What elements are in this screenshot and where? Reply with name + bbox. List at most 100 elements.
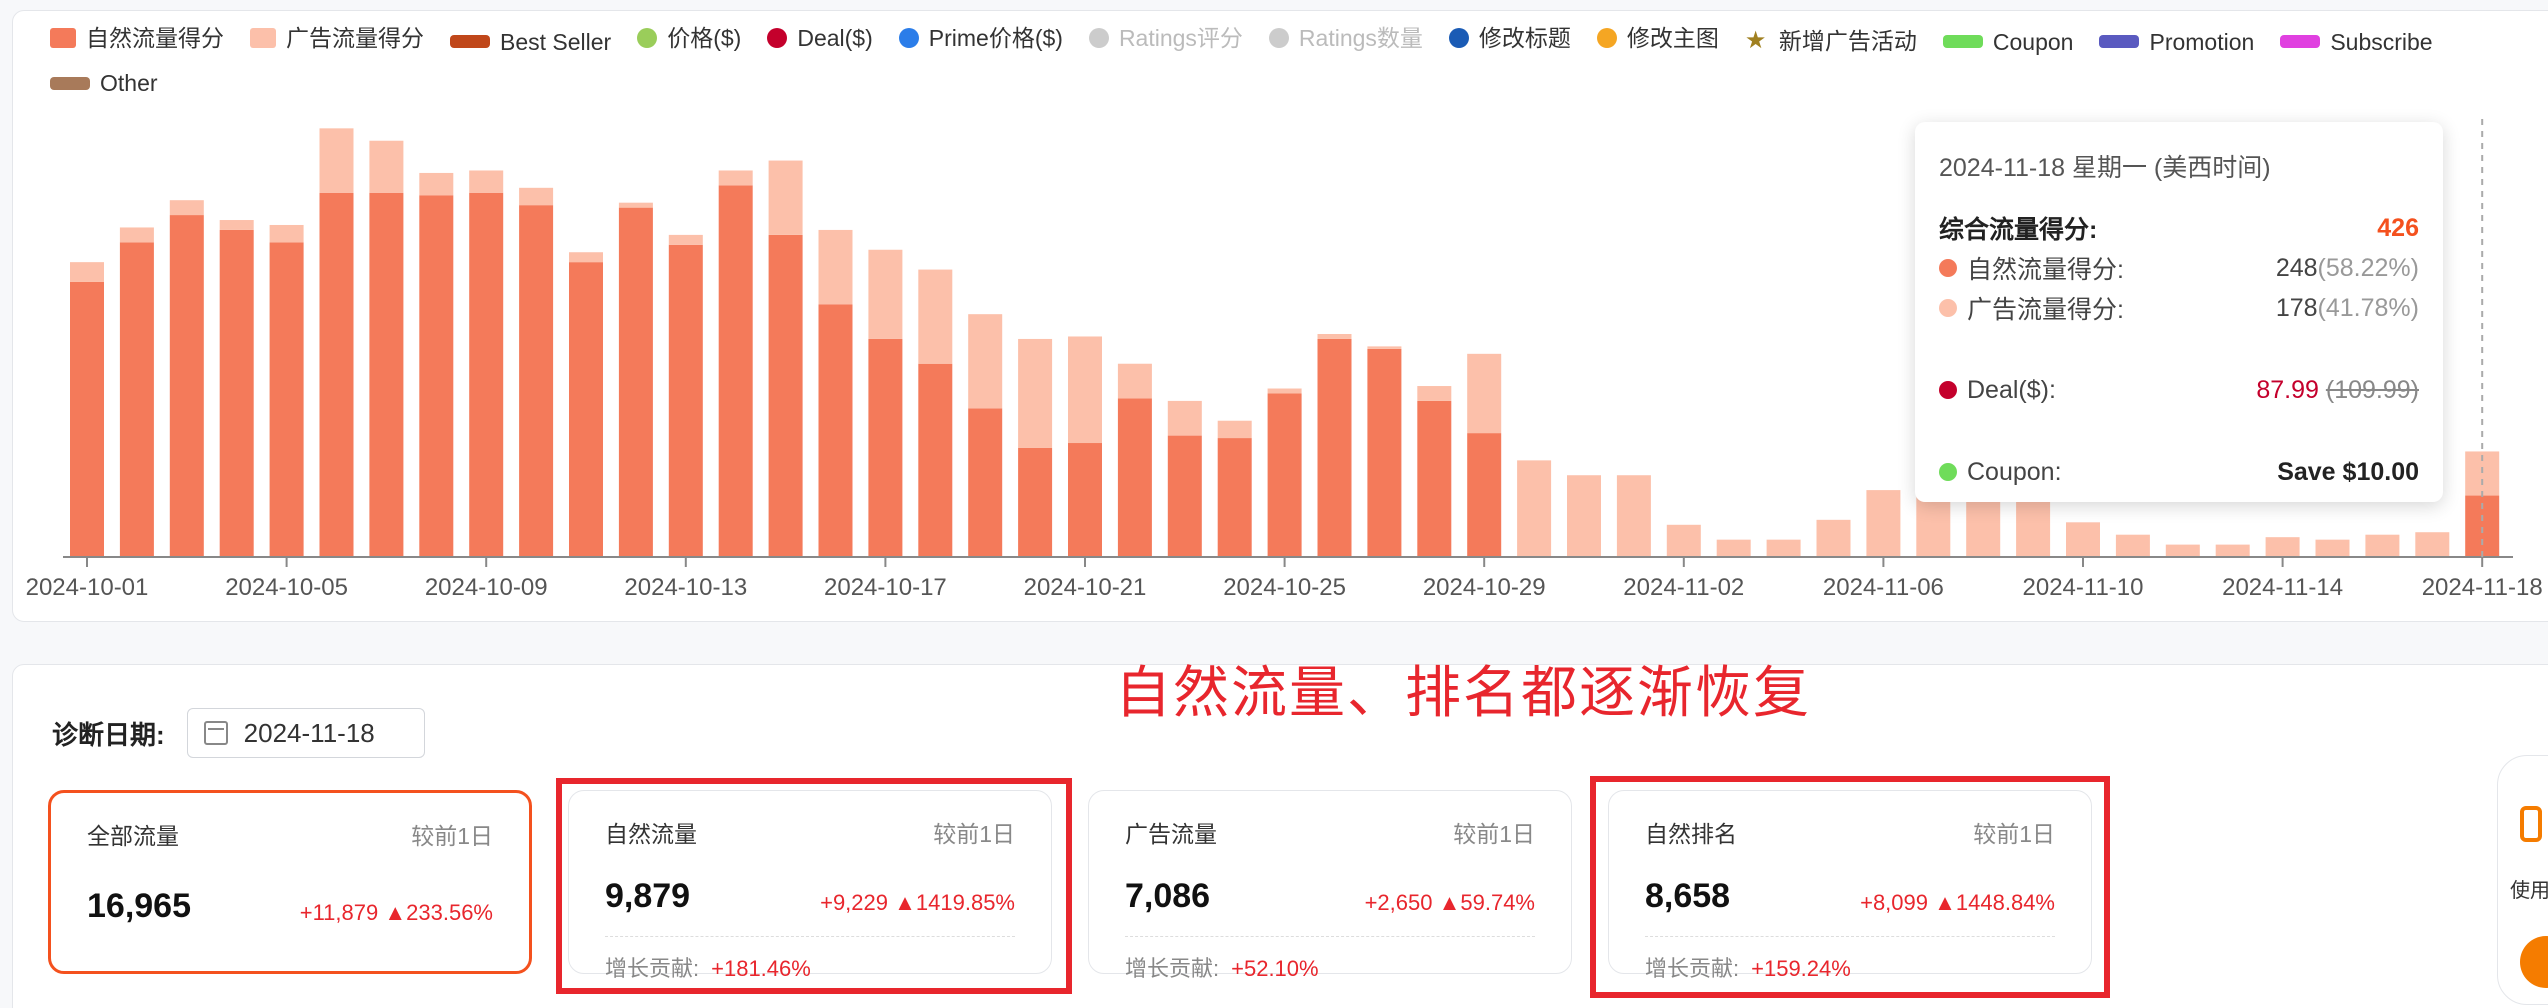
kpi-title: 广告流量 (1125, 821, 1217, 847)
bar-ad (2415, 532, 2450, 557)
tooltip-ad-pct: (41.78%) (2317, 293, 2419, 322)
kpi-change: +11,879 (299, 900, 379, 925)
bar-ad (1916, 492, 1951, 557)
legend-label: 修改主图 (1626, 25, 1719, 51)
bar-ad (1417, 386, 1452, 401)
bar-organic (868, 338, 903, 557)
tooltip-organic-row: 自然流量得分: 248(58.22%) (1939, 248, 2419, 288)
kpi-ad-traffic[interactable]: 广告流量 较前1日 7,086 +2,650 ▲59.74% 增长贡献: +52.10… (1088, 790, 1572, 981)
legend-swatch-icon (50, 76, 90, 90)
x-tick-label: 2024-11-14 (2222, 574, 2343, 601)
bar-ad (868, 249, 903, 339)
legend-label: 价格($) (667, 25, 742, 51)
chart-tooltip: 2024-11-18 星期一 (美西时间) 综合流量得分: 426 自然流量得分… (1915, 122, 2443, 502)
bar-ad (319, 128, 354, 193)
legend-item[interactable]: Ratings数量 (1268, 18, 1423, 58)
legend-item[interactable]: Best Seller (450, 22, 611, 62)
legend-item[interactable]: 广告流量得分 (250, 18, 424, 58)
x-tick-label: 2024-11-02 (1623, 574, 1744, 601)
legend-label: Promotion (2149, 28, 2255, 55)
legend-swatch-icon (250, 28, 276, 48)
legend-label: Prime价格($) (928, 25, 1063, 51)
bar-ad (2265, 537, 2300, 557)
bar-ad (1217, 420, 1252, 439)
kpi-total-traffic[interactable]: 全部流量 较前1日 16,965 +11,879 ▲233.56% (48, 790, 532, 974)
bar-ad (818, 229, 853, 305)
diagnosis-label: 诊断日期: (52, 719, 165, 750)
bar-organic (319, 192, 354, 557)
highlight-organic-box (556, 778, 1072, 994)
bar-organic (169, 215, 204, 558)
bar-ad (119, 227, 154, 243)
x-tick-label: 2024-10-17 (824, 574, 947, 601)
bar-ad (2315, 539, 2350, 557)
legend-swatch-icon (1448, 28, 1469, 48)
bar-ad (419, 172, 454, 196)
x-tick-label: 2024-10-05 (225, 574, 348, 601)
bar-organic (1068, 443, 1102, 557)
organic-dot-icon (1939, 259, 1957, 277)
tooltip-total-value: 426 (2377, 213, 2419, 242)
bar-ad (2215, 544, 2250, 557)
bar-organic (70, 281, 104, 557)
bar-ad (1716, 539, 1751, 557)
x-tick-label: 2024-10-13 (624, 574, 747, 601)
legend-label: Other (100, 70, 158, 96)
bar-organic (1117, 398, 1152, 557)
legend-swatch-icon (2280, 35, 2321, 48)
bar-ad (768, 160, 803, 235)
bar-ad (918, 269, 953, 364)
legend-item[interactable]: Ratings评分 (1088, 18, 1243, 58)
x-tick-label: 2024-11-10 (2023, 574, 2144, 601)
legend-item[interactable]: Deal($) (767, 18, 873, 58)
legend-item[interactable]: 修改标题 (1448, 18, 1571, 58)
bar-organic (269, 242, 304, 558)
legend-item[interactable]: 价格($) (637, 18, 741, 58)
tooltip-deal-label: Deal($): (1967, 375, 2056, 404)
tooltip-deal-row: Deal($): 87.99 (109.99) (1939, 370, 2419, 410)
bar-organic (618, 207, 653, 557)
tooltip-organic-label: 自然流量得分: (1967, 256, 2124, 284)
tooltip-deal-value: 87.99 (2256, 375, 2319, 404)
legend-label: 自然流量得分 (86, 25, 224, 51)
tooltip-ad-row: 广告流量得分: 178(41.78%) (1939, 288, 2419, 328)
bar-ad (519, 187, 554, 206)
bar-ad (569, 252, 603, 263)
bar-ad (1866, 490, 1901, 557)
legend-item[interactable]: 自然流量得分 (50, 18, 224, 58)
legend-item[interactable]: Other (50, 63, 158, 103)
up-arrow-icon: ▲ (1438, 890, 1461, 915)
legend-label: 修改标题 (1478, 25, 1571, 51)
legend-item[interactable]: 修改主图 (1596, 18, 1719, 58)
bar-organic (369, 192, 404, 557)
legend-item[interactable]: Prime价格($) (898, 18, 1063, 58)
legend-item[interactable]: Promotion (2099, 22, 2254, 62)
bar-organic (1018, 447, 1053, 557)
bar-organic (1367, 348, 1402, 557)
bar-organic (469, 192, 504, 557)
bar-ad (70, 262, 104, 282)
side-widget[interactable]: 使用 (2497, 755, 2548, 1005)
tooltip-ad-value: 178 (2275, 293, 2318, 322)
bar-organic (1317, 338, 1352, 557)
bar-organic (718, 185, 753, 558)
kpi-compare: 较前1日 (411, 823, 493, 849)
legend-item[interactable]: Subscribe (2280, 22, 2433, 62)
deal-dot-icon (1939, 381, 1957, 399)
legend-label: Ratings数量 (1298, 25, 1423, 51)
legend-item[interactable]: Coupon (1942, 22, 2074, 62)
bar-ad (1317, 334, 1352, 339)
bar-ad (668, 234, 703, 245)
tooltip-organic-value: 248 (2275, 253, 2318, 282)
legend-swatch-icon (450, 35, 490, 48)
legend-item[interactable]: ★ 新增广告活动 (1745, 21, 1917, 61)
kpi-compare: 较前1日 (1453, 821, 1535, 847)
bar-ad (1117, 363, 1152, 399)
bar-ad (2365, 534, 2400, 557)
date-picker[interactable]: 2024-11-18 (186, 708, 425, 758)
legend-label: Coupon (1992, 28, 2074, 55)
up-arrow-icon: ▲ (384, 900, 407, 925)
legend-label: Deal($) (797, 25, 873, 51)
bar-ad (469, 170, 504, 193)
legend-label: Ratings评分 (1118, 25, 1243, 51)
